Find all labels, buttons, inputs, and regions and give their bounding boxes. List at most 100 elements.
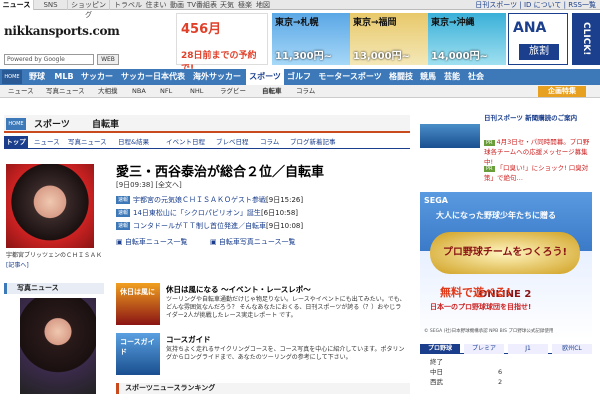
subnav-nba[interactable]: NBA (132, 85, 146, 98)
ana-logo[interactable]: ANA 旅割 (508, 13, 568, 65)
related-item[interactable]: 速報 14日東松山に「シクロパビリオン」誕生[6日10:58] (116, 208, 298, 218)
event-title[interactable]: 休日は風になる ～イベント・レースレポ～ (166, 284, 311, 295)
related-item[interactable]: 速報 宇都宮の元気娘ＣＨＩＳＡＫＯゲスト参戦[9日15:26] (116, 195, 303, 205)
sega-ad[interactable]: SEGA 大人になった野球少年たちに贈る プロ野球チームをつくろう! ONLIN… (420, 192, 592, 340)
top-tab-housing[interactable]: 住まい (144, 0, 168, 10)
related-link[interactable]: 宇都宮の元気娘ＣＨＩＳＡＫＯゲスト参戦 (133, 196, 266, 204)
article-photo[interactable] (6, 164, 94, 248)
subnav-cycling[interactable]: 自転車 (262, 85, 282, 98)
related-date: [9日15:26] (266, 196, 304, 204)
search-button[interactable]: WEB (97, 54, 119, 65)
tab-column[interactable]: コラム (260, 136, 279, 148)
related-item[interactable]: 速報 コンタドールがＴＴ制し首位発進／自転車[9日10:08] (116, 221, 303, 231)
related-date: [6日10:58] (260, 209, 299, 217)
nav-world-soccer[interactable]: 海外サッカー (190, 69, 244, 85)
breadcrumb-home-icon[interactable]: HOME (6, 118, 26, 130)
top-links[interactable]: 日刊スポーツ | ID について | RSS一覧 (475, 0, 596, 10)
photo-news-header: 写真ニュース (4, 283, 104, 294)
nav-golf[interactable]: ゴルフ (284, 69, 314, 85)
tab-news[interactable]: ニュース (34, 136, 60, 148)
sega-logo: SEGA (424, 196, 448, 205)
tab-blog[interactable]: ブログ新着記事 (290, 136, 336, 148)
nav-keiba[interactable]: 競馬 (416, 69, 440, 85)
nav-society[interactable]: 社会 (464, 69, 488, 85)
tab-top[interactable]: トップ (4, 136, 28, 148)
score-row[interactable]: 終了 (430, 358, 530, 367)
pr-text[interactable]: 「口臭い!」にショック! 口臭対策」で絶句… (484, 164, 588, 182)
route-fukuoka[interactable]: 東京→福岡 13,000円~ (350, 13, 428, 65)
event-thumbnail[interactable]: 休日は風に (116, 283, 160, 325)
score-tab-baseball[interactable]: プロ野球 (420, 344, 460, 354)
nav-soccer[interactable]: サッカー (78, 69, 116, 85)
photo-caption: 宇都宮ブリッツェンのＣＨＩＳＡＫ (6, 252, 103, 259)
score-tab-j1[interactable]: J1 (508, 344, 548, 354)
course-thumbnail[interactable]: コースガイド (116, 333, 160, 375)
top-tab-gokuraku[interactable]: 極楽 (236, 0, 254, 10)
top-tab-news[interactable]: ニュース (0, 0, 34, 10)
news-tag: 速報 (116, 222, 131, 230)
tab-events[interactable]: イベント日程 (166, 136, 205, 148)
nav-geinou[interactable]: 芸能 (440, 69, 464, 85)
pr-line[interactable]: PR 「口臭い!」にショック! 口臭対策」で絶句… (484, 162, 592, 182)
score-row[interactable]: 西武 2 (430, 378, 530, 387)
feature-button[interactable]: 企画特集 (538, 86, 586, 97)
pr-tag: PR (484, 166, 495, 172)
top-tab-video[interactable]: 動画 (168, 0, 186, 10)
click-button[interactable]: CLICK! (572, 13, 600, 65)
top-tab-sns[interactable]: SNS (34, 0, 68, 10)
news-list-link[interactable]: ▣ 自転車ニュース一覧 (116, 237, 188, 247)
subnav-sumo[interactable]: 大相撲 (98, 85, 118, 98)
nav-mlb[interactable]: MLB (50, 69, 78, 85)
nav-martial-arts[interactable]: 格闘技 (386, 69, 416, 85)
page-title: 自転車 (92, 120, 120, 130)
subnav-photo-news[interactable]: 写真ニュース (46, 85, 85, 98)
subnav-column[interactable]: コラム (296, 85, 315, 98)
promo-box[interactable]: 456月 28日前までの予約で! (176, 13, 268, 74)
related-link[interactable]: コンタドールがＴＴ制し首位発進／自転車 (133, 222, 266, 230)
route-okinawa[interactable]: 東京→沖縄 14,000円~ (428, 13, 506, 65)
news-list-label[interactable]: 自転車ニュース一覧 (125, 238, 188, 246)
subnav-news[interactable]: ニュース (8, 85, 34, 98)
newspaper-ad-image[interactable] (420, 124, 480, 148)
related-date: [9日10:08] (266, 222, 304, 230)
top-tab-shopping[interactable]: ショッピング (68, 0, 110, 19)
sega-copyright: © SEGA (社)日本野球機構承認 NPB BIS プロ野球公式記録使用 (424, 329, 554, 334)
tab-photo-news[interactable]: 写真ニュース (68, 136, 107, 148)
top-tab-weather[interactable]: 天気 (218, 0, 236, 10)
nav-baseball[interactable]: 野球 (24, 69, 50, 85)
home-icon[interactable]: HOME (2, 70, 22, 84)
photo-list-label[interactable]: 自転車写真ニュース一覧 (219, 238, 296, 246)
airline-name: ANA (513, 20, 547, 36)
ad-banner[interactable]: 456月 28日前までの予約で! 東京→札幌 11,300円~ 東京→福岡 13… (176, 13, 600, 74)
photo-list-link[interactable]: ▣ 自転車写真ニュース一覧 (210, 237, 296, 247)
search-input[interactable]: Powered by Google (4, 54, 94, 65)
top-tab-map[interactable]: 地図 (254, 0, 272, 10)
breadcrumb-section[interactable]: スポーツ (34, 117, 70, 130)
score-tab-cl[interactable]: 欧州CL (552, 344, 592, 354)
nav-soccer-japan[interactable]: サッカー日本代表 (116, 69, 190, 85)
site-logo[interactable]: nikkansports.com (4, 24, 120, 38)
newspaper-ad-label[interactable]: 日刊スポーツ 新聞購読のご案内 (484, 114, 592, 122)
subnav-rugby[interactable]: ラグビー (220, 85, 246, 98)
top-tab-bar: ニュース SNS ショッピング トラベル 住まい 動画 TV番組表 天気 極楽 … (0, 0, 600, 19)
tab-brevet[interactable]: ブレベ日程 (216, 136, 249, 148)
section-tabs: トップ ニュース 写真ニュース 日程&結果 イベント日程 ブレベ日程 コラム ブ… (4, 136, 410, 149)
photo-news-image[interactable] (20, 298, 96, 394)
score-row[interactable]: 中日 6 (430, 368, 530, 377)
course-title[interactable]: コースガイド (166, 334, 211, 345)
tab-schedule[interactable]: 日程&結果 (118, 136, 149, 148)
top-tab-tv[interactable]: TV番組表 (186, 0, 218, 10)
route-sapporo[interactable]: 東京→札幌 11,300円~ (272, 13, 350, 65)
event-thumb-label: 休日は風に (120, 288, 155, 296)
article-headline[interactable]: 愛三・西谷泰治が総合２位／自転車 (116, 161, 324, 180)
nav-motorsports[interactable]: モータースポーツ (314, 69, 386, 85)
subnav-nhl[interactable]: NHL (190, 85, 203, 98)
top-tab-travel[interactable]: トラベル (112, 0, 144, 10)
subnav-nfl[interactable]: NFL (160, 85, 172, 98)
nav-sports[interactable]: スポーツ (246, 69, 284, 85)
caption-link[interactable]: [記事へ] (6, 260, 29, 269)
promo-months: 456月 (181, 22, 222, 37)
score-tab-premier[interactable]: プレミア (464, 344, 504, 354)
article-date[interactable]: [9日09:38] [全文へ] (116, 180, 182, 190)
related-link[interactable]: 14日東松山に「シクロパビリオン」誕生 (133, 209, 261, 217)
